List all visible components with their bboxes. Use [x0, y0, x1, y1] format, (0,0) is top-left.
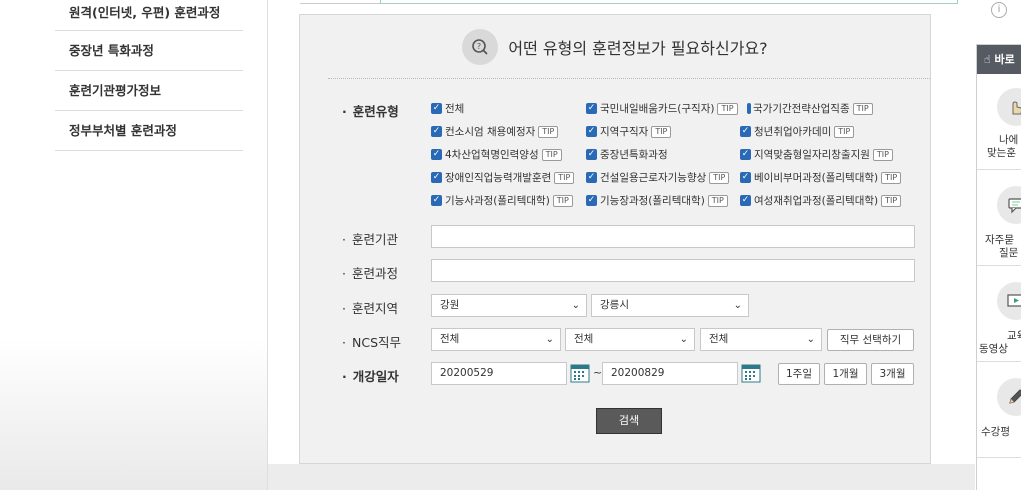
sidebar-menu: 원격(인터넷, 우편) 훈련과정 중장년 특화과정 훈련기관평가정보 정부부처별… — [55, 0, 243, 151]
ncs-select-button[interactable]: 직무 선택하기 — [827, 329, 914, 351]
checkbox-check-icon: ✓ — [431, 126, 442, 137]
tip-badge[interactable]: TIP — [852, 102, 873, 115]
bottom-shade — [0, 340, 268, 490]
period-3month-button[interactable]: 3개월 — [871, 363, 914, 385]
institution-input[interactable] — [431, 225, 915, 248]
tip-badge[interactable]: TIP — [538, 125, 559, 138]
sidebar-item-remote-course[interactable]: 원격(인터넷, 우편) 훈련과정 — [55, 0, 243, 31]
svg-text:?: ? — [477, 42, 481, 51]
sidebar-item-middle-aged-course[interactable]: 중장년 특화과정 — [55, 31, 243, 71]
sidebar-item-institution-evaluation[interactable]: 훈련기관평가정보 — [55, 71, 243, 111]
question-search-icon: ? — [462, 29, 499, 65]
quick-menu-header: ☝ 바로 — [977, 45, 1021, 74]
checkbox-national-strategic[interactable]: 국가기간전략산업직종 TIP — [747, 101, 873, 116]
ncs-level2-select[interactable]: 전체 ⌄ — [565, 328, 695, 351]
quick-item-faq[interactable]: 자주묻 질문 — [977, 170, 1021, 266]
touch-icon: ☝ — [984, 53, 991, 66]
date-label: · 개강일자 — [342, 369, 399, 384]
course-input[interactable] — [431, 259, 915, 282]
tip-badge[interactable]: TIP — [552, 194, 573, 207]
checkbox-women-reemployment[interactable]: ✓ 여성재취업과정(폴리텍대학) TIP — [740, 193, 902, 208]
checkbox-regional-jobseeker[interactable]: ✓ 지역구직자 TIP — [586, 124, 672, 139]
chevron-down-icon: ⌄ — [806, 334, 815, 345]
checkbox-consortium[interactable]: ✓ 컨소시엄 채용예정자 TIP — [431, 124, 559, 139]
region-province-select[interactable]: 강원 ⌄ — [431, 294, 587, 317]
chevron-down-icon: ⌄ — [679, 334, 688, 345]
chevron-down-icon: ⌄ — [545, 334, 554, 345]
chat-icon — [997, 186, 1021, 224]
panel-title: 어떤 유형의 훈련정보가 필요하신가요? — [508, 39, 768, 58]
checkbox-check-icon: ✓ — [431, 195, 442, 206]
period-1month-button[interactable]: 1개월 — [824, 363, 867, 385]
checkbox-national-card[interactable]: ✓ 국민내일배움카드(구직자) TIP — [586, 101, 738, 116]
hand-touch-icon — [997, 88, 1021, 126]
checkbox-middle-aged[interactable]: ✓ 중장년특화과정 — [586, 147, 668, 162]
tip-badge[interactable]: TIP — [717, 102, 738, 115]
calendar-icon[interactable] — [741, 363, 761, 383]
checkbox-regional-jobs[interactable]: ✓ 지역맞춤형일자리창출지원 TIP — [740, 147, 893, 162]
date-to-input[interactable]: 20200829 — [602, 362, 738, 385]
checkbox-youth-academy[interactable]: ✓ 청년취업아카데미 TIP — [740, 124, 855, 139]
tip-badge[interactable]: TIP — [651, 125, 672, 138]
checkbox-check-icon: ✓ — [431, 149, 442, 160]
bottom-shade-main — [268, 464, 975, 490]
ncs-label: · NCS직무 — [342, 335, 401, 350]
ncs-level3-select[interactable]: 전체 ⌄ — [700, 328, 822, 351]
checkbox-all[interactable]: ✓ 전체 — [431, 101, 464, 116]
checkbox-check-icon: ✓ — [431, 103, 442, 114]
quick-item-match-course[interactable]: 나에 맞는훈 — [977, 74, 1021, 170]
sidebar-divider — [267, 0, 268, 490]
sidebar-item-ministry-course[interactable]: 정부부처별 훈련과정 — [55, 111, 243, 151]
checkbox-master-craftsman[interactable]: ✓ 기능장과정(폴리텍대학) TIP — [586, 193, 728, 208]
tip-badge[interactable]: TIP — [881, 194, 902, 207]
tip-badge[interactable]: TIP — [541, 148, 562, 161]
training-search-panel: ? 어떤 유형의 훈련정보가 필요하신가요? · 훈련유형 ✓ 전체 ✓ 국민내일배움… — [299, 14, 931, 464]
course-label: · 훈련과정 — [342, 266, 398, 281]
quick-item-video[interactable]: 교육 동영상 — [977, 266, 1021, 362]
type-label: · 훈련유형 — [342, 104, 399, 119]
period-1week-button[interactable]: 1주일 — [778, 363, 820, 385]
checkbox-fourth-industry[interactable]: ✓ 4차산업혁명인력양성 TIP — [431, 147, 562, 162]
tip-badge[interactable]: TIP — [872, 148, 893, 161]
checkbox-babyboomer[interactable]: ✓ 베이비부머과정(폴리텍대학) TIP — [740, 170, 902, 185]
calendar-icon[interactable] — [570, 363, 590, 383]
checkbox-disabled-training[interactable]: ✓ 장애인직업능력개발훈련 TIP — [431, 170, 575, 185]
ncs-level1-select[interactable]: 전체 ⌄ — [431, 328, 561, 351]
quick-menu: ☝ 바로 나에 맞는훈 자주묻 질문 교육 동영상 수강평 — [976, 44, 1021, 490]
pencil-icon — [997, 378, 1021, 416]
search-button[interactable]: 검색 — [596, 408, 662, 434]
region-label: · 훈련지역 — [342, 301, 398, 316]
checkbox-check-icon: ✓ — [586, 172, 597, 183]
checkbox-check-icon: ✓ — [740, 172, 751, 183]
tip-badge[interactable]: TIP — [554, 171, 575, 184]
checkbox-check-icon: ✓ — [431, 172, 442, 183]
info-icon[interactable]: i — [991, 2, 1007, 18]
checkbox-check-icon: ✓ — [740, 195, 751, 206]
panel-header: ? 어떤 유형의 훈련정보가 필요하신가요? — [300, 29, 930, 65]
tip-badge[interactable]: TIP — [834, 125, 855, 138]
quick-item-review[interactable]: 수강평 — [977, 362, 1021, 458]
checkbox-check-icon: ✓ — [740, 126, 751, 137]
institution-label: · 훈련기관 — [342, 232, 398, 247]
video-icon — [997, 282, 1021, 320]
top-tab-edge — [300, 0, 380, 4]
region-city-select[interactable]: 강릉시 ⌄ — [591, 294, 749, 317]
checkbox-craftsman[interactable]: ✓ 기능사과정(폴리텍대학) TIP — [431, 193, 573, 208]
checkbox-check-icon: ✓ — [586, 126, 597, 137]
checkbox-construction-workers[interactable]: ✓ 건설일용근로자기능향상 TIP — [586, 170, 730, 185]
checkbox-check-icon: ✓ — [586, 103, 597, 114]
date-from-input[interactable]: 20200529 — [431, 362, 567, 385]
chevron-down-icon: ⌄ — [571, 300, 580, 311]
tip-badge[interactable]: TIP — [709, 171, 730, 184]
date-range-separator: ~ — [593, 366, 603, 379]
checkbox-check-icon: ✓ — [740, 149, 751, 160]
checkbox-check-icon: ✓ — [586, 149, 597, 160]
top-search-input-edge[interactable] — [380, 0, 958, 4]
checkbox-check-icon — [747, 103, 751, 114]
tip-badge[interactable]: TIP — [707, 194, 728, 207]
tip-badge[interactable]: TIP — [881, 171, 902, 184]
chevron-down-icon: ⌄ — [733, 300, 742, 311]
checkbox-check-icon: ✓ — [586, 195, 597, 206]
dotted-divider — [328, 78, 930, 79]
